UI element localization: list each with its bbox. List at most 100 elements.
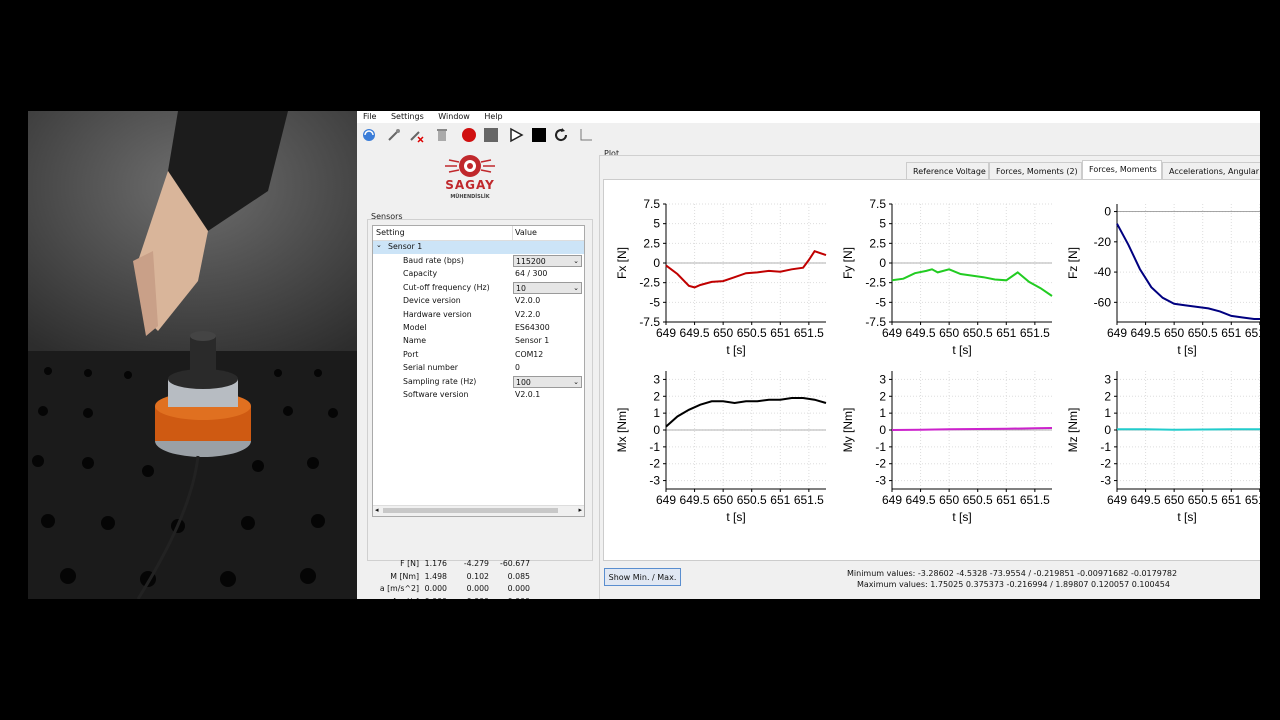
connect-icon[interactable] (385, 126, 403, 144)
chevron-down-icon[interactable]: ⌄ (376, 241, 382, 249)
horizontal-scrollbar[interactable]: ◂ ▸ (373, 505, 584, 516)
tab-forces-moments-2[interactable]: Forces, Moments (2) (989, 162, 1082, 179)
y-tick-label: -2 (1100, 457, 1111, 471)
y-tick-label: 1 (1104, 406, 1111, 420)
reading-label: a [m/s^2] (379, 584, 419, 593)
x-tick-label: 650 (713, 326, 733, 340)
y-tick-label: -1 (1100, 440, 1111, 454)
right-panel: Plot Reference Voltage Forces, Moments (… (597, 147, 1260, 599)
setting-name: Serial number (403, 363, 458, 373)
menu-window[interactable]: Window (432, 111, 476, 123)
logo-subtitle: MÜHENDİSLİK (450, 194, 490, 200)
tree-row[interactable]: Device version V2.0.0 (373, 295, 584, 308)
tree-root-label: Sensor 1 (388, 242, 423, 251)
y-tick-label: 2.5 (869, 236, 886, 250)
record-icon[interactable] (460, 126, 478, 144)
menu-help[interactable]: Help (478, 111, 508, 123)
tree-row[interactable]: Port COM12 (373, 349, 584, 362)
chevron-down-icon[interactable]: ⌄ (573, 257, 579, 265)
chevron-down-icon[interactable]: ⌄ (573, 378, 579, 386)
menu-settings[interactable]: Settings (385, 111, 430, 123)
tree-row[interactable]: Model ES64300 (373, 322, 584, 335)
setting-name: Name (403, 336, 427, 346)
refresh-icon[interactable] (360, 126, 378, 144)
reading-row: g [rad/s]0.0000.0000.000 (367, 597, 592, 600)
chart-mz: 3 2 1 0 -1 -2 -3 649 649.5650 650.5651 651.5 t [s] M… (1066, 371, 1260, 524)
x-tick-label: 650.5 (737, 326, 767, 340)
y-tick-label: 0 (653, 256, 660, 270)
x-tick-label: 649 (882, 326, 902, 340)
x-tick-label: 651 (996, 326, 1016, 340)
menu-file[interactable]: File (357, 111, 382, 123)
setting-dropdown[interactable]: 115200 ⌄ (513, 255, 582, 267)
x-tick-label: 649 (1107, 326, 1127, 340)
y-tick-label: 0 (879, 423, 886, 437)
reading-label: F [N] (400, 559, 419, 568)
tree-row[interactable]: Baud rate (bps) 115200 ⌄ (373, 255, 584, 268)
y-tick-label: 2 (1104, 389, 1111, 403)
tree-row[interactable]: Software version V2.0.1 (373, 389, 584, 402)
setting-value: Sensor 1 (515, 336, 550, 346)
x-tick-label: 651 (1221, 326, 1241, 340)
reading-value: 0.000 (424, 584, 447, 593)
x-tick-label: 651.5 (794, 493, 824, 507)
x-tick-label: 651.5 (1245, 326, 1260, 340)
tree-row[interactable]: Capacity 64 / 300 (373, 268, 584, 281)
tree-row[interactable]: Hardware version V2.2.0 (373, 309, 584, 322)
sensor-app-window: File Settings Window Help SAGAY MÜHENDİS… (357, 111, 1260, 599)
y-tick-label: -2.5 (639, 276, 660, 290)
company-logo: SAGAY MÜHENDİSLİK (435, 152, 505, 207)
x-tick-label: 649.5 (680, 493, 710, 507)
dropdown-value: 100 (516, 377, 531, 387)
reset-icon[interactable] (552, 126, 570, 144)
setting-dropdown[interactable]: 10 ⌄ (513, 281, 582, 294)
y-tick-label: 2 (653, 389, 660, 403)
tab-forces-moments[interactable]: Forces, Moments (1082, 160, 1162, 179)
x-tick-label: 650 (939, 326, 959, 340)
chart-my: 3 2 1 0 -1 -2 -3 649 649.5 650 650.5 651 651.5 t [s] M… (841, 371, 1053, 524)
y-axis-label: Fz [N] (1066, 247, 1080, 279)
disconnect-icon[interactable] (407, 126, 425, 144)
x-tick-label: 651 (770, 493, 790, 507)
tree-root-sensor[interactable]: ⌄ Sensor 1 (373, 241, 584, 254)
x-axis-label: t [s] (1177, 343, 1196, 357)
x-tick-label: 650 (939, 493, 959, 507)
x-axis-label: t [s] (726, 510, 745, 524)
trash-icon[interactable] (433, 126, 451, 144)
x-tick-label: 650 (713, 493, 733, 507)
setting-name: Cut-off frequency (Hz) (403, 282, 490, 292)
tree-row[interactable]: Serial number 0 (373, 362, 584, 375)
x-axis-label: t [s] (952, 343, 971, 357)
tree-row[interactable]: Cut-off frequency (Hz) 10 ⌄ (373, 281, 584, 295)
play-icon[interactable] (507, 126, 525, 144)
tree-row[interactable]: Sampling rate (Hz) 100 ⌄ (373, 375, 584, 389)
reading-row: a [m/s^2] 0.000 0.000 0.000 (367, 584, 592, 597)
setting-dropdown[interactable]: 100 ⌄ (513, 375, 582, 388)
stop-record-icon[interactable] (482, 126, 500, 144)
tab-reference-voltage[interactable]: Reference Voltage (906, 162, 989, 179)
x-tick-label: 649 (656, 493, 676, 507)
axes-icon[interactable] (577, 126, 595, 144)
setting-name: Software version (403, 390, 469, 399)
y-axis-label: Mx [Nm] (615, 408, 629, 453)
y-axis-label: Fx [N] (615, 247, 629, 279)
y-tick-label: -40 (1094, 265, 1112, 279)
tree-row[interactable]: Name Sensor 1 (373, 335, 584, 348)
reading-value: 0.000 (417, 597, 447, 600)
show-minmax-button[interactable]: Show Min. / Max. (604, 568, 681, 586)
tree-header: Setting Value (373, 226, 584, 241)
y-tick-label: 3 (1104, 372, 1111, 386)
stop-icon[interactable] (530, 126, 548, 144)
y-tick-label: 3 (653, 372, 660, 386)
tab-accelerations[interactable]: Accelerations, Angular v (1162, 162, 1260, 179)
y-axis-label: My [Nm] (841, 408, 855, 453)
reading-label: g [rad/s] (367, 597, 419, 600)
reading-value: -4.279 (463, 559, 489, 568)
y-tick-label: 1 (653, 406, 660, 420)
reading-value: -60.677 (500, 559, 531, 568)
x-tick-label: 649 (882, 493, 902, 507)
chevron-down-icon[interactable]: ⌄ (573, 284, 579, 292)
col-value: Value (515, 228, 537, 237)
y-tick-label: -3 (649, 474, 660, 488)
setting-value: ES64300 (515, 323, 550, 332)
